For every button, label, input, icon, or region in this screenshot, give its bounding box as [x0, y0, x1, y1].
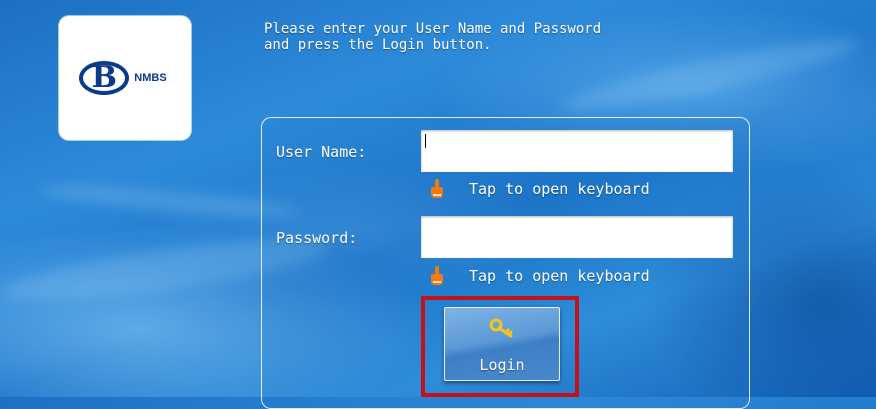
username-label: User Name:: [276, 143, 367, 161]
password-field[interactable]: [421, 216, 733, 258]
logo-brand-text: NMBS: [134, 72, 167, 84]
logo-b-oval: B: [79, 61, 130, 95]
username-keyboard-hint[interactable]: Tap to open keyboard: [429, 179, 650, 199]
password-keyboard-hint[interactable]: Tap to open keyboard: [429, 266, 650, 286]
pointing-hand-icon: [431, 266, 443, 285]
text-caret: [425, 134, 426, 148]
username-hint-text: Tap to open keyboard: [469, 180, 650, 198]
login-button[interactable]: Login: [444, 307, 560, 381]
key-icon: [489, 318, 513, 338]
pointing-hand-icon: [431, 179, 443, 198]
username-field[interactable]: [421, 130, 733, 172]
instructions-line-1: Please enter your User Name and Password: [264, 21, 602, 37]
instructions-line-2: and press the Login button.: [264, 37, 492, 53]
nmbs-logo: B NMBS: [59, 16, 191, 140]
password-hint-text: Tap to open keyboard: [469, 267, 650, 285]
logo-mark: B NMBS: [79, 61, 167, 95]
login-instructions: Please enter your User Name and Password…: [264, 21, 601, 53]
password-label: Password:: [276, 229, 358, 247]
login-button-label: Login: [479, 356, 525, 374]
background-streak: [560, 29, 860, 121]
